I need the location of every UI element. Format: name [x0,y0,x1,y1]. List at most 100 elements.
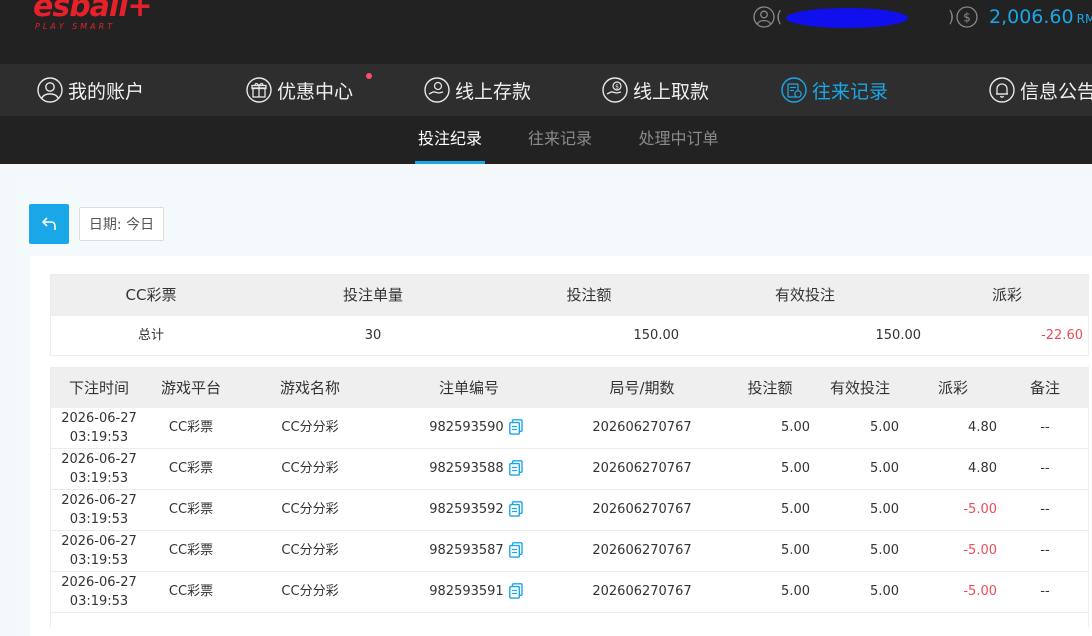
bet-amount: 5.00 [710,572,810,612]
bet-date: 2026-06-27 [61,411,137,426]
bell-icon [989,77,1015,103]
nav-item-account[interactable]: 我的账户 [36,64,144,116]
game-platform: CC彩票 [168,543,214,558]
valid-value: 5.00 [870,543,899,558]
notification-badge [366,73,372,79]
order-value: 982593590 [429,420,504,435]
bet-time: 2026-06-27 03:19:53 [59,531,139,571]
detail-header-valid-bet: 有效投注 [829,379,890,397]
order-value: 982593591 [429,584,504,599]
detail-header-note: 备注 [1029,379,1060,397]
game-platform: CC彩票 [168,461,214,476]
deposit-hand-icon [424,77,450,103]
payout-value: 4.80 [968,461,997,476]
table-row: 2026-06-27 03:19:53 CC彩票 CC分分彩 982593588 2026… [51,449,1088,490]
summary-total-count: 30 [364,328,382,343]
table-row: 2026-06-27 03:19:53 CC彩票 CC分分彩 982593587 2026… [51,531,1088,572]
issue-number: 202606270767 [592,572,692,612]
valid-bet: 5.00 [799,449,899,489]
bet-clock: 03:19:53 [69,594,129,609]
nav-item-promotions[interactable]: 优惠中心 [245,64,353,116]
nav-item-deposit[interactable]: 线上存款 [423,64,531,116]
bet-date: 2026-06-27 [61,452,137,467]
game-platform: CC彩票 [168,420,214,435]
balance[interactable]: 2,006.60 RM [989,6,1092,28]
note: -- [1015,408,1075,448]
note: -- [1015,449,1075,489]
copy-icon[interactable] [508,541,523,558]
game-platform [151,613,231,627]
valid-value: 5.00 [870,502,899,517]
nav-item-records[interactable]: 往来记录 [780,64,888,116]
valid-value: 5.00 [870,584,899,599]
detail-header-game: 游戏名称 [279,379,340,397]
username-paren: ( [776,7,783,26]
bet-amount: 5.00 [710,449,810,489]
note: -- [1015,490,1075,530]
copy-icon[interactable] [508,582,523,599]
game-name: CC分分彩 [281,584,339,599]
tab-bet-records[interactable]: 投注纪录 [415,116,485,164]
tab-pending-orders[interactable]: 处理中订单 [635,116,722,164]
payout: -5.00 [897,531,997,571]
summary-header-payout: 派彩 [991,286,1022,304]
svg-text:$: $ [963,11,971,25]
tab-transactions[interactable]: 往来记录 [525,116,595,164]
bet-amount: 5.00 [710,490,810,530]
order-number: 982593592 [406,490,546,530]
back-arrow-icon [42,217,56,230]
date-filter[interactable]: 日期: 今日 [79,207,164,241]
summary-header-valid-bet: 有效投注 [774,286,835,304]
issue-value: 202606270767 [592,584,692,599]
bet-time: 2026-06-27 03:19:53 [59,572,139,612]
main-nav: 我的账户 优惠中心 线上存款 $ 线上取款 往来记录 信息公告 [0,64,1092,116]
issue-number: 202606270767 [592,531,692,571]
balance-amount: 2,006.60 [989,6,1074,28]
balance-currency: RM [1076,12,1092,26]
user-icon[interactable] [753,6,775,28]
valid-value: 5.00 [870,461,899,476]
order-number: 982593587 [406,531,546,571]
detail-header-order: 注单编号 [438,379,499,397]
nav-item-announcements[interactable]: 信息公告 [988,64,1092,116]
logo-wordmark: esball+ [33,0,153,24]
summary-header-bet: 投注额 [566,286,612,304]
detail-header-platform: 游戏平台 [160,379,221,397]
nav-item-withdraw[interactable]: $ 线上取款 [601,64,709,116]
summary-total-label: 总计 [137,328,164,343]
note [1015,613,1075,627]
copy-icon[interactable] [508,459,523,476]
summary-table: CC彩票 投注单量 投注额 有效投注 派彩 总计 30 150.00 150.0… [50,274,1089,356]
note-value: -- [1040,543,1050,558]
nav-item-label: 优惠中心 [277,80,354,103]
issue-number: 202606270767 [592,449,692,489]
issue-value: 202606270767 [592,420,692,435]
bet-clock: 03:19:53 [69,512,129,527]
payout [897,613,997,627]
nav-item-label: 线上取款 [633,80,710,103]
copy-icon[interactable] [508,418,523,435]
detail-header-payout: 派彩 [937,379,968,397]
order-value: 982593592 [429,502,504,517]
detail-header-bet: 投注额 [747,379,793,397]
bet-date: 2026-06-27 [61,493,137,508]
bet-clock: 03:19:53 [69,471,129,486]
withdraw-hand-icon: $ [602,77,628,103]
table-row: 2026-06-27 03:19:53 CC彩票 CC分分彩 982593591 2026… [51,572,1088,613]
valid-bet: 5.00 [799,408,899,448]
bet-amount: 5.00 [710,531,810,571]
brand-logo[interactable]: esball+ PLAY SMART [33,0,153,31]
copy-icon[interactable] [508,500,523,517]
gift-icon [246,77,272,103]
game-platform: CC彩票 [168,502,214,517]
back-button[interactable] [29,204,69,244]
summary-total-payout: -22.60 [1041,328,1083,343]
detail-header-row: 下注时间 游戏平台 游戏名称 注单编号 局号/期数 投注额 有效投注 派彩 备注 [51,368,1088,408]
summary-header-count: 投注单量 [342,286,403,304]
valid-value: 5.00 [870,420,899,435]
summary-total-valid-bet: 150.00 [875,328,922,343]
issue-number: 202606270767 [592,490,692,530]
summary-header-platform: CC彩票 [125,286,177,304]
note: -- [1015,572,1075,612]
table-row: 2026-06-27 03:19:53 CC彩票 CC分分彩 982593590 2026… [51,408,1088,449]
